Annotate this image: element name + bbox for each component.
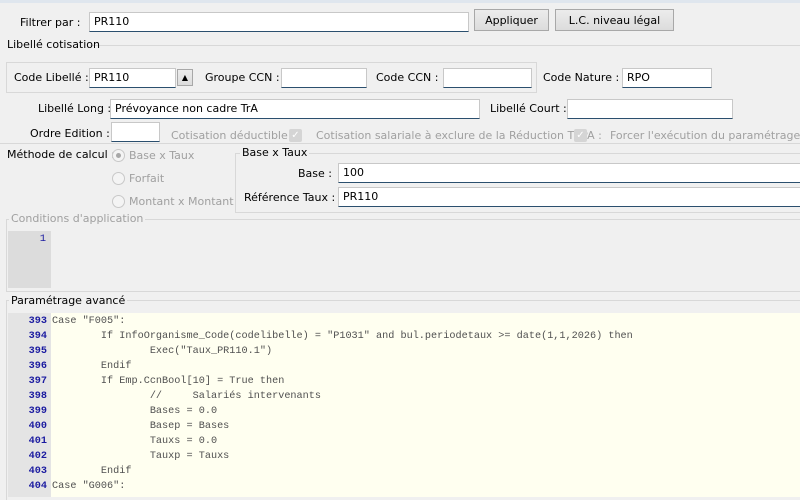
line-number: 403 [28, 466, 47, 477]
legal-level-button[interactable]: L.C. niveau légal [555, 9, 674, 31]
code-text: // Salariés intervenants [52, 391, 321, 402]
line-number: 395 [28, 346, 47, 357]
libelle-court-label: Libellé Court : [490, 102, 567, 115]
code-text: Bases = 0.0 [52, 406, 218, 417]
code-ccn-input[interactable] [443, 68, 532, 88]
libelle-long-label: Libellé Long : [38, 102, 112, 115]
filter-label: Filtrer par : [20, 16, 81, 29]
line-number: 399 [28, 406, 47, 417]
forcer-label: Forcer l'exécution du paramétrage avan [610, 129, 800, 142]
top-bar [0, 0, 800, 3]
triangle-up-icon: ▲ [181, 73, 189, 82]
code-text: Tauxp = Tauxs [52, 451, 230, 462]
code-text: Tauxs = 0.0 [52, 436, 218, 447]
code-text: Endif [52, 361, 132, 372]
code-text: Exec("Taux_PR110.1") [52, 346, 273, 357]
section-title-libelle: Libellé cotisation [7, 38, 101, 51]
radio-montant[interactable] [112, 195, 125, 208]
libelle-court-input[interactable] [567, 99, 733, 119]
base-taux-title: Base x Taux [240, 146, 310, 159]
radio-forfait[interactable] [112, 172, 125, 185]
base-input[interactable]: 100 [338, 163, 800, 183]
code-libelle-picker-button[interactable]: ▲ [177, 69, 193, 86]
code-libelle-label: Code Libellé : [14, 71, 89, 84]
radio-base-taux[interactable] [112, 149, 125, 162]
groupe-ccn-label: Groupe CCN : [205, 71, 280, 84]
methode-label: Méthode de calcul : [7, 148, 115, 161]
line-number: 393 [28, 316, 47, 327]
code-text: Case "F005": [52, 316, 126, 327]
cotisation-deductible-label: Cotisation déductible : [171, 129, 295, 142]
line-number: 398 [28, 391, 47, 402]
reference-taux-label: Référence Taux : [244, 191, 336, 204]
code-text: If Emp.CcnBool[10] = True then [52, 376, 285, 387]
line-number: 402 [28, 451, 47, 462]
ordre-edition-input[interactable] [111, 122, 160, 142]
code-text: If InfoOrganisme_Code(codelibelle) = "P1… [52, 331, 633, 342]
filter-input[interactable]: PR110 [89, 12, 469, 32]
groupe-ccn-input[interactable] [281, 68, 367, 88]
code-editor[interactable]: 393 Case "F005": 394 If InfoOrganisme_Code… [8, 313, 800, 497]
line-number: 400 [28, 421, 47, 432]
tepa-checkbox[interactable]: ✓ [574, 129, 587, 142]
conditions-editor[interactable] [51, 231, 800, 288]
libelle-long-input[interactable]: Prévoyance non cadre TrA [110, 99, 480, 119]
code-text: Endif [52, 466, 132, 477]
line-number: 1 [39, 233, 46, 245]
ordre-edition-label: Ordre Edition : [30, 127, 110, 140]
code-text: Case "G006": [52, 481, 126, 492]
line-number: 394 [28, 331, 47, 342]
divider [0, 143, 800, 144]
radio-montant-label: Montant x Montant [129, 195, 234, 208]
parametrage-title: Paramétrage avancé [9, 294, 128, 307]
code-nature-input[interactable]: RPO [622, 68, 712, 88]
line-number: 401 [28, 436, 47, 447]
conditions-title: Conditions d'application [9, 212, 146, 225]
radio-forfait-label: Forfait [129, 172, 165, 185]
line-number: 396 [28, 361, 47, 372]
code-ccn-label: Code CCN : [376, 71, 439, 84]
apply-button[interactable]: Appliquer [474, 9, 549, 31]
divider [90, 45, 800, 46]
line-number: 397 [28, 376, 47, 387]
reference-taux-input[interactable]: PR110 [338, 187, 800, 207]
tepa-label: Cotisation salariale à exclure de la Réd… [316, 129, 602, 142]
conditions-gutter: 1 [8, 231, 51, 288]
cotisation-deductible-checkbox[interactable]: ✓ [289, 129, 302, 142]
line-number: 404 [28, 481, 47, 492]
base-label: Base : [298, 167, 332, 180]
code-text: Basep = Bases [52, 421, 230, 432]
radio-base-taux-label: Base x Taux [129, 149, 195, 162]
code-libelle-input[interactable]: PR110 [89, 68, 176, 88]
code-nature-label: Code Nature : [543, 71, 620, 84]
